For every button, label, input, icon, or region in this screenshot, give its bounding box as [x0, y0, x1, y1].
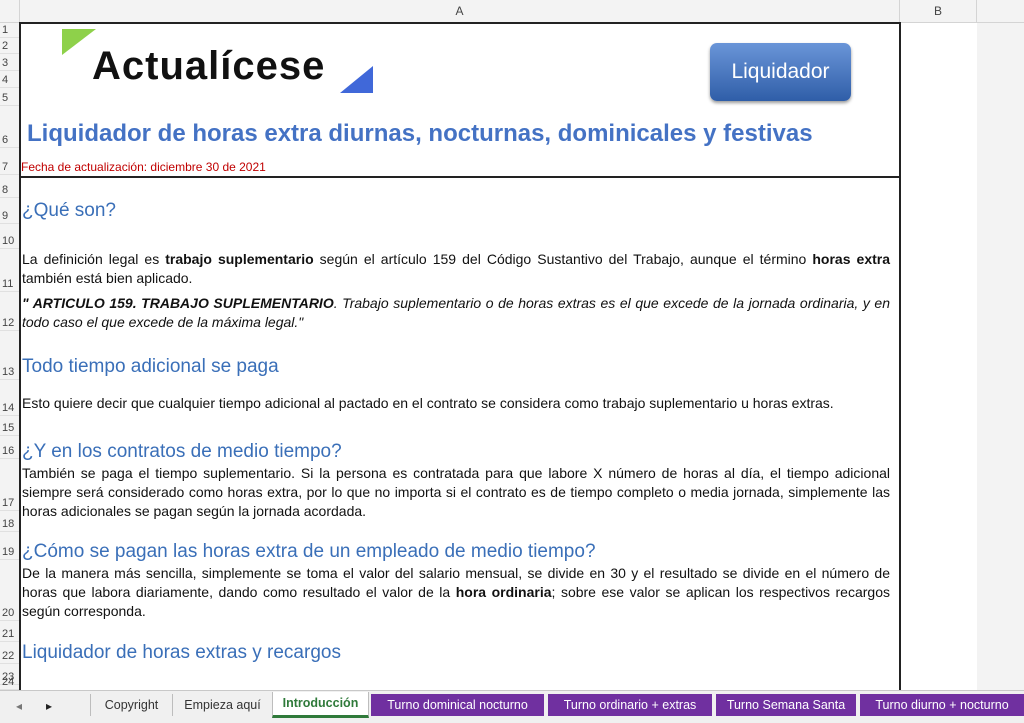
row-header[interactable]: 6 — [0, 107, 19, 148]
row-header[interactable]: 2 — [0, 39, 19, 54]
tab-empieza-aqui[interactable]: Empieza aquí — [172, 694, 272, 716]
liquidador-button[interactable]: Liquidador — [710, 43, 851, 101]
tab-introduccion[interactable]: Introducción — [272, 692, 369, 718]
paragraph-articulo-159: " ARTICULO 159. TRABAJO SUPLEMENTARIO. T… — [22, 295, 890, 330]
logo: Actualícese — [92, 44, 326, 88]
row-header[interactable]: 16 — [0, 437, 19, 459]
out-of-range-area — [977, 23, 1024, 690]
logo-green-triangle — [62, 29, 96, 55]
row-header[interactable]: 12 — [0, 293, 19, 331]
heading-liquidador: Liquidador de horas extras y recargos — [22, 642, 341, 663]
tab-scroll-left-button[interactable]: ◂ — [16, 699, 22, 713]
paragraph-medio-tiempo: También se paga el tiempo suplementario.… — [22, 465, 890, 519]
paragraph-como-se-pagan: De la manera más sencilla, simplemente s… — [22, 565, 890, 619]
heading-como-se-pagan: ¿Cómo se pagan las horas extra de un emp… — [22, 541, 596, 562]
row-header-bar: 1 2 3 4 5 6 7 8 9 10 11 12 13 14 15 16 1… — [0, 23, 20, 690]
logo-blue-triangle — [340, 66, 373, 93]
row-header[interactable]: 13 — [0, 332, 19, 380]
column-header-bar: A B — [0, 0, 1024, 23]
row-header[interactable]: 14 — [0, 381, 19, 416]
paragraph-definicion: La definición legal es trabajo suplement… — [22, 251, 891, 286]
row-header[interactable]: 9 — [0, 199, 19, 224]
select-all-corner[interactable] — [0, 0, 20, 22]
page-title: Liquidador de horas extra diurnas, noctu… — [27, 120, 813, 147]
row-header[interactable]: 15 — [0, 417, 19, 436]
row-header[interactable]: 20 — [0, 561, 19, 621]
column-header-a[interactable]: A — [20, 0, 900, 22]
update-date: Fecha de actualización: diciembre 30 de … — [21, 160, 266, 174]
row-header[interactable]: 22 — [0, 643, 19, 664]
heading-todo-tiempo: Todo tiempo adicional se paga — [22, 356, 279, 377]
heading-medio-tiempo: ¿Y en los contratos de medio tiempo? — [22, 441, 342, 462]
row-header[interactable]: 17 — [0, 460, 19, 511]
row-header[interactable]: 19 — [0, 533, 19, 560]
tab-turno-semana-santa[interactable]: Turno Semana Santa — [716, 694, 856, 716]
heading-que-son: ¿Qué son? — [22, 200, 116, 221]
column-header-b[interactable]: B — [900, 0, 977, 22]
paragraph-tiempo-adicional: Esto quiere decir que cualquier tiempo a… — [22, 395, 834, 411]
row-header[interactable]: 11 — [0, 250, 19, 292]
row-header[interactable]: 18 — [0, 512, 19, 532]
row-header[interactable]: 4 — [0, 72, 19, 88]
row-header[interactable]: 21 — [0, 622, 19, 642]
row-header[interactable]: 3 — [0, 55, 19, 71]
row-header[interactable]: 7 — [0, 149, 19, 175]
tab-turno-dominical-nocturno[interactable]: Turno dominical nocturno — [371, 694, 544, 716]
row-header[interactable]: 1 — [0, 23, 19, 38]
row-header[interactable]: 5 — [0, 89, 19, 106]
row-header[interactable]: 10 — [0, 225, 19, 249]
sheet-tabs-bar: ◂ ▸ Copyright Empieza aquí Introducción … — [0, 690, 1024, 723]
tab-turno-ordinario-extras[interactable]: Turno ordinario + extras — [548, 694, 712, 716]
tab-turno-diurno-nocturno[interactable]: Turno diurno + nocturno — [860, 694, 1024, 716]
tab-scroll-right-button[interactable]: ▸ — [46, 699, 52, 713]
row-header[interactable]: 8 — [0, 176, 19, 198]
tab-copyright[interactable]: Copyright — [90, 694, 172, 716]
